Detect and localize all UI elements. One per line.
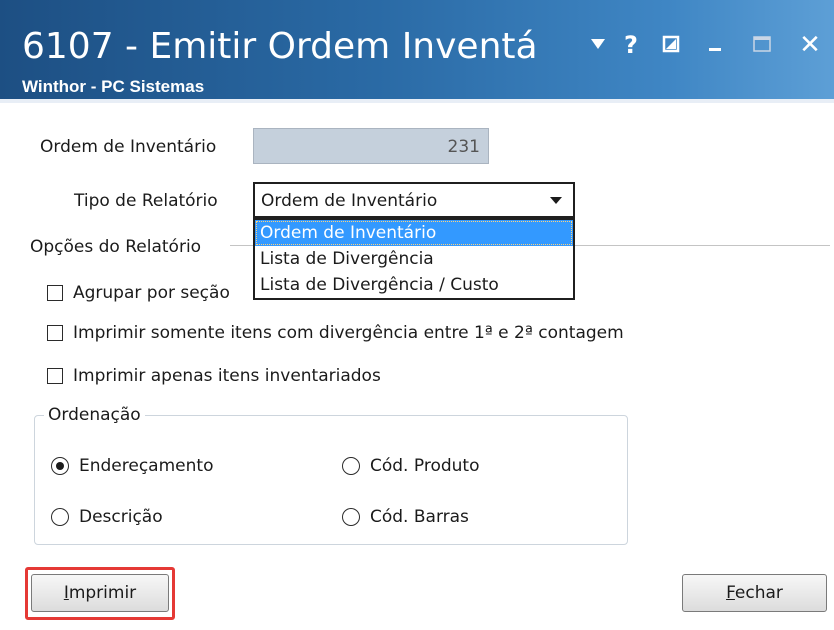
imprimir-label: mprimir	[68, 583, 137, 603]
restore-icon[interactable]	[656, 30, 686, 60]
tipo-selected-value: Ordem de Inventário	[261, 191, 438, 211]
fechar-accesskey: F	[726, 583, 735, 603]
ordem-label: Ordem de Inventário	[40, 137, 217, 157]
cod-produto-radio[interactable]	[342, 457, 360, 475]
minimize-icon[interactable]	[700, 30, 730, 60]
enderecamento-label: Endereçamento	[79, 456, 214, 476]
title-bar: 6107 - Emitir Ordem Inventá Winthor - PC…	[0, 0, 834, 103]
imprimir-button[interactable]: Imprimir	[31, 574, 169, 612]
window-subtitle: Winthor - PC Sistemas	[22, 77, 205, 96]
cod-produto-label: Cód. Produto	[370, 456, 480, 476]
radio-selected-dot	[56, 462, 64, 470]
tipo-dropdown-list: Ordem de Inventário Lista de Divergência…	[253, 218, 575, 300]
window-title: 6107 - Emitir Ordem Inventá	[22, 26, 538, 67]
chevron-down-icon[interactable]	[543, 188, 569, 212]
close-icon[interactable]: ✕	[795, 30, 825, 60]
title-menu-arrow-icon[interactable]	[583, 30, 613, 60]
somente-divergencia-checkbox[interactable]	[47, 325, 63, 341]
descricao-label: Descrição	[79, 507, 163, 527]
maximize-icon[interactable]	[747, 30, 777, 60]
descricao-radio[interactable]	[51, 508, 69, 526]
agrupar-checkbox[interactable]	[47, 285, 63, 301]
ordenacao-title: Ordenação	[44, 405, 145, 425]
somente-divergencia-label: Imprimir somente itens com divergência e…	[73, 323, 624, 343]
agrupar-label: Agrupar por seção	[73, 283, 230, 303]
cod-barras-radio[interactable]	[342, 508, 360, 526]
tipo-select[interactable]: Ordem de Inventário	[253, 182, 575, 218]
dropdown-option[interactable]: Lista de Divergência / Custo	[255, 272, 573, 298]
opcoes-title: Opções do Relatório	[30, 237, 202, 257]
dropdown-option[interactable]: Lista de Divergência	[255, 246, 573, 272]
ordem-input[interactable]: 231	[253, 128, 489, 164]
help-icon[interactable]: ?	[616, 30, 646, 60]
fechar-button[interactable]: Fechar	[682, 574, 827, 612]
apenas-inventariados-label: Imprimir apenas itens inventariados	[73, 366, 381, 386]
apenas-inventariados-checkbox[interactable]	[47, 368, 63, 384]
fechar-label: echar	[734, 583, 783, 603]
tipo-label: Tipo de Relatório	[74, 191, 218, 211]
dropdown-option[interactable]: Ordem de Inventário	[255, 220, 573, 246]
cod-barras-label: Cód. Barras	[370, 507, 469, 527]
enderecamento-radio[interactable]	[51, 457, 69, 475]
